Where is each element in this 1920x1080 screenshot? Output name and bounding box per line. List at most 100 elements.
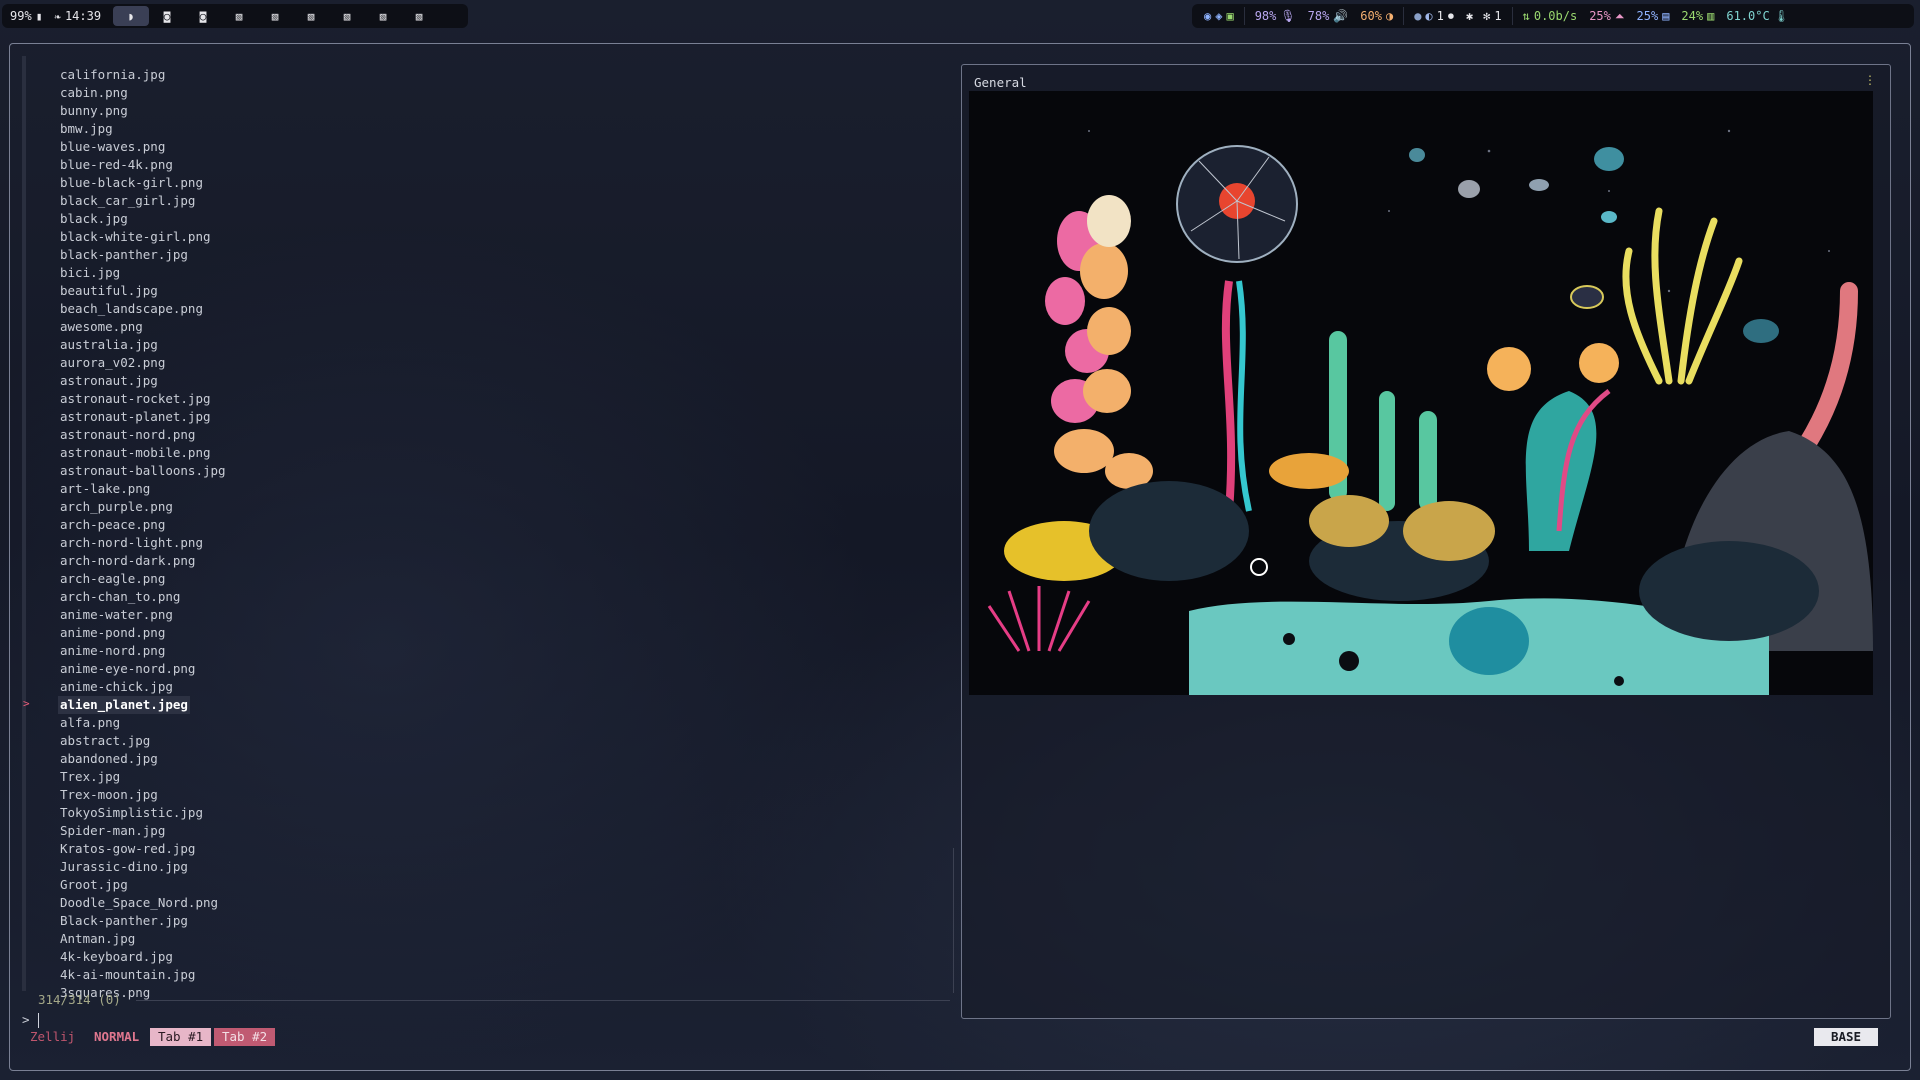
session-name: Zellij bbox=[30, 1029, 76, 1044]
list-item[interactable]: astronaut-balloons.jpg bbox=[60, 462, 226, 480]
list-item[interactable]: astronaut-planet.jpg bbox=[60, 408, 211, 426]
clock[interactable]: ❧ 14:39 bbox=[54, 9, 101, 23]
list-item[interactable]: Antman.jpg bbox=[60, 930, 135, 948]
droplet-icon[interactable]: ● bbox=[1414, 9, 1421, 23]
list-item[interactable]: anime-chick.jpg bbox=[60, 678, 173, 696]
list-item[interactable]: Jurassic-dino.jpg bbox=[60, 858, 188, 876]
workspace-6[interactable]: ▧ bbox=[293, 6, 329, 26]
list-item[interactable]: art-lake.png bbox=[60, 480, 150, 498]
workspace-icon: ▧ bbox=[307, 9, 315, 23]
list-item[interactable]: Trex-moon.jpg bbox=[60, 786, 158, 804]
list-item[interactable]: abandoned.jpg bbox=[60, 750, 158, 768]
list-item[interactable]: Black-panther.jpg bbox=[60, 912, 188, 930]
list-item[interactable]: Kratos-gow-red.jpg bbox=[60, 840, 195, 858]
workspace-7[interactable]: ▧ bbox=[329, 6, 365, 26]
record-icon[interactable]: ⏺ bbox=[1448, 9, 1454, 24]
kebab-menu-icon[interactable]: ⋮ bbox=[1864, 73, 1876, 87]
selected-list-item[interactable]: alien_planet.jpeg bbox=[58, 696, 190, 714]
mic-status[interactable]: 98% 🎙 bbox=[1255, 9, 1296, 23]
battery-value: 99% bbox=[10, 9, 32, 23]
cpu-icon: ⏶ bbox=[1614, 8, 1625, 23]
list-item[interactable]: bici.jpg bbox=[60, 264, 120, 282]
cpu-status[interactable]: 25% ⏶ bbox=[1589, 9, 1624, 24]
list-item[interactable]: 4k-ai-mountain.jpg bbox=[60, 966, 195, 984]
disk-icon: ▥ bbox=[1707, 9, 1715, 23]
list-item[interactable]: arch-nord-dark.png bbox=[60, 552, 195, 570]
discord-icon[interactable]: ◈ bbox=[1215, 9, 1222, 23]
tab-1[interactable]: Tab #1 bbox=[150, 1028, 212, 1046]
list-item[interactable]: arch_purple.png bbox=[60, 498, 173, 516]
list-item[interactable]: anime-nord.png bbox=[60, 642, 165, 660]
list-item[interactable]: Trex.jpg bbox=[60, 768, 120, 786]
list-item[interactable]: awesome.png bbox=[60, 318, 143, 336]
list-item[interactable]: blue-red-4k.png bbox=[60, 156, 173, 174]
list-item[interactable]: cabin.png bbox=[60, 84, 128, 102]
list-item[interactable]: black-panther.jpg bbox=[60, 246, 188, 264]
search-prompt[interactable]: > bbox=[22, 1012, 39, 1028]
list-item[interactable]: blue-black-girl.png bbox=[60, 174, 203, 192]
workspace-2[interactable]: ◙ bbox=[149, 6, 185, 26]
list-item[interactable]: anime-pond.png bbox=[60, 624, 165, 642]
list-item[interactable]: beautiful.jpg bbox=[60, 282, 158, 300]
toggle-icon[interactable]: ◐ bbox=[1425, 9, 1432, 23]
bug-icon[interactable]: ✱ bbox=[1466, 9, 1473, 23]
list-item[interactable]: bunny.png bbox=[60, 102, 128, 120]
battery-status[interactable]: 99% ▮ bbox=[10, 9, 42, 23]
list-item[interactable]: california.jpg bbox=[60, 66, 165, 84]
browser-icon[interactable]: ◉ bbox=[1204, 9, 1211, 23]
match-count: 314/314 (0) bbox=[38, 992, 121, 1007]
workspace-icon: ▧ bbox=[379, 9, 387, 23]
list-item[interactable]: bmw.jpg bbox=[60, 120, 113, 138]
memory-icon: ▤ bbox=[1662, 9, 1670, 23]
tab-2[interactable]: Tab #2 bbox=[214, 1028, 276, 1046]
list-item[interactable]: astronaut-nord.png bbox=[60, 426, 195, 444]
workspace-8[interactable]: ▧ bbox=[365, 6, 401, 26]
workspace-1[interactable]: ◗ bbox=[113, 6, 150, 26]
temperature-status[interactable]: 61.0°C 🌡 bbox=[1726, 9, 1789, 23]
mic-value: 98% bbox=[1254, 9, 1277, 23]
list-item[interactable]: 4k-keyboard.jpg bbox=[60, 948, 173, 966]
thermometer-icon: 🌡 bbox=[1773, 9, 1789, 23]
list-item[interactable]: arch-nord-light.png bbox=[60, 534, 203, 552]
list-item[interactable]: alfa.png bbox=[60, 714, 120, 732]
workspace-icon: ▧ bbox=[235, 9, 243, 23]
workspace-9[interactable]: ▧ bbox=[401, 6, 437, 26]
list-item[interactable]: astronaut-rocket.jpg bbox=[60, 390, 211, 408]
list-item[interactable]: arch-eagle.png bbox=[60, 570, 165, 588]
left-bar-module: 99% ▮ ❧ 14:39 ◗ ◙ ◙ ▧ ▧ ▧ ▧ ▧ ▧ bbox=[2, 4, 468, 28]
list-item[interactable]: TokyoSimplistic.jpg bbox=[60, 804, 203, 822]
list-item[interactable]: black.jpg bbox=[60, 210, 128, 228]
list-item[interactable]: astronaut-mobile.png bbox=[60, 444, 211, 462]
list-item[interactable]: Spider-man.jpg bbox=[60, 822, 165, 840]
workspace-4[interactable]: ▧ bbox=[221, 6, 257, 26]
list-item[interactable]: Groot.jpg bbox=[60, 876, 128, 894]
volume-status[interactable]: 78% 🔊 bbox=[1308, 9, 1349, 23]
list-item[interactable]: astronaut.jpg bbox=[60, 372, 158, 390]
disk-status[interactable]: 24% ▥ bbox=[1681, 9, 1714, 23]
list-item[interactable]: arch-peace.png bbox=[60, 516, 165, 534]
text-cursor bbox=[37, 1013, 39, 1028]
list-item[interactable]: beach_landscape.png bbox=[60, 300, 203, 318]
list-item[interactable]: black_car_girl.jpg bbox=[60, 192, 195, 210]
workspace-3[interactable]: ◙ bbox=[185, 6, 221, 26]
preview-pane: General ⋮ bbox=[961, 64, 1891, 1019]
list-item[interactable]: Doodle_Space_Nord.png bbox=[60, 894, 218, 912]
list-item[interactable]: australia.jpg bbox=[60, 336, 158, 354]
brightness-value: 60% bbox=[1360, 9, 1382, 23]
list-item[interactable]: blue-waves.png bbox=[60, 138, 165, 156]
android-icon[interactable]: ▣ bbox=[1226, 9, 1233, 23]
workspace-5[interactable]: ▧ bbox=[257, 6, 293, 26]
list-item[interactable]: black-white-girl.png bbox=[60, 228, 211, 246]
brightness-status[interactable]: 60% ◑ bbox=[1360, 9, 1393, 23]
list-item[interactable]: anime-eye-nord.png bbox=[60, 660, 195, 678]
list-item[interactable]: arch-chan_to.png bbox=[60, 588, 180, 606]
disk-value: 24% bbox=[1681, 9, 1704, 23]
network-status[interactable]: ⇅ 0.0b/s bbox=[1523, 9, 1578, 23]
list-item[interactable]: aurora_v02.png bbox=[60, 354, 165, 372]
bluetooth-icon[interactable]: ✻ bbox=[1483, 9, 1490, 23]
workspace-icon: ◙ bbox=[199, 9, 207, 23]
speaker-icon: 🔊 bbox=[1333, 9, 1349, 23]
memory-status[interactable]: 25% ▤ bbox=[1637, 9, 1670, 23]
list-item[interactable]: abstract.jpg bbox=[60, 732, 150, 750]
list-item[interactable]: anime-water.png bbox=[60, 606, 173, 624]
